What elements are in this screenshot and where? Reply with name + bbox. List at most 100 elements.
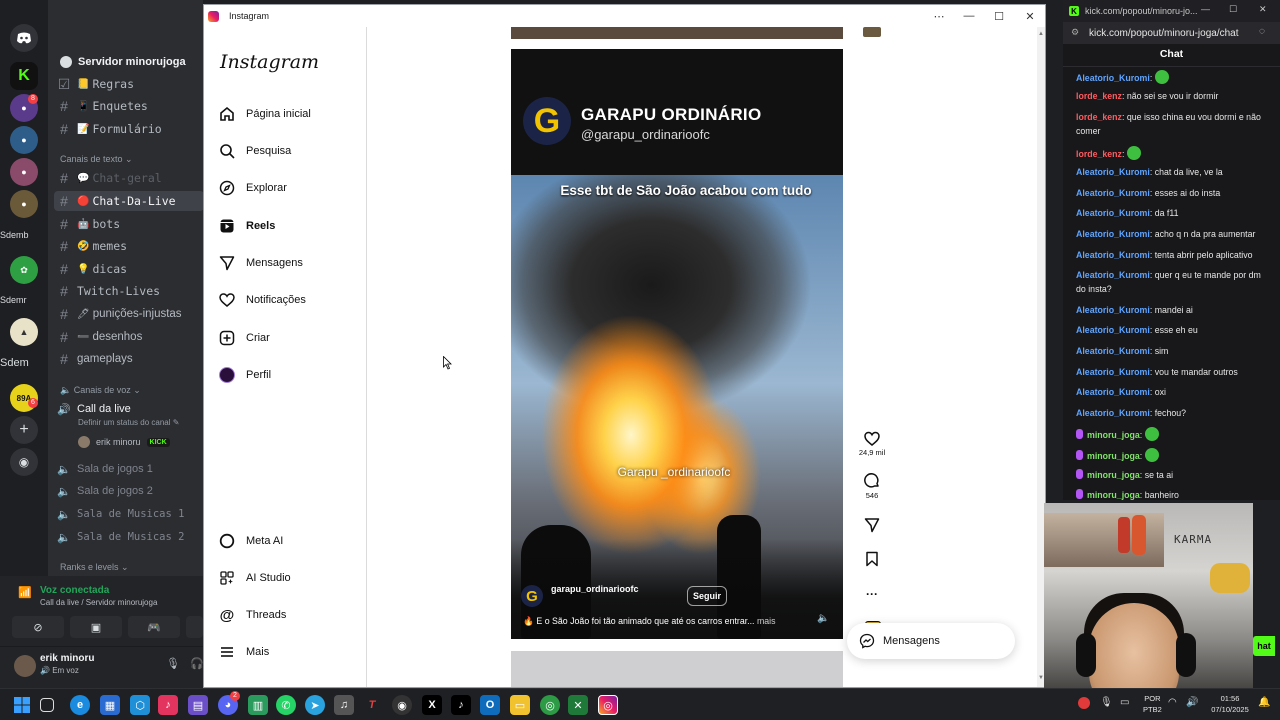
voice-channel-status[interactable]: Definir um status do canal ✎ [78,418,179,427]
chat-message[interactable]: Aleatorio_Kuromi: tenta abrir pelo aplic… [1076,249,1272,263]
obs-icon[interactable]: ◉ [392,695,412,715]
follow-button[interactable]: Seguir [687,586,727,606]
chat-message[interactable]: Aleatorio_Kuromi: [1076,70,1272,86]
previous-reel-preview[interactable] [511,27,843,39]
nav-home[interactable]: Página inicial [218,102,358,126]
outlook-icon[interactable]: O [480,695,500,715]
screen-share-button[interactable]: ▣ [70,616,122,638]
microphone-icon[interactable]: 🎙 [1100,697,1113,708]
channel-chat-geral[interactable]: # 💬 Chat-geral [54,168,204,188]
author-name[interactable]: garapu_ordinarioofc [551,584,639,594]
voice-channel[interactable]: 🔈 Sala de Musicas 2 [54,527,204,547]
reel-video[interactable]: G GARAPU ORDINÁRIO @garapu_ordinarioofc … [511,49,843,639]
chat-message[interactable]: Aleatorio_Kuromi: quer q eu te mande por… [1076,269,1272,296]
chat-message[interactable]: lorde_kenz: não sei se vou ir dormir [1076,90,1272,104]
audio-icon[interactable]: ♫ [334,695,354,715]
channel-dicas[interactable]: # 💡 dicas [54,259,204,279]
messages-button[interactable]: Mensagens [847,623,1015,659]
microphone-icon[interactable]: 🎙 [166,657,180,670]
windows-start-icon[interactable] [12,695,32,715]
instagram-logo[interactable]: Instagram [220,51,319,73]
avatar[interactable] [14,655,36,677]
channel-gameplays[interactable]: # gameplays [54,349,204,369]
channel-bots[interactable]: # 🤖 bots [54,214,204,234]
volume-icon[interactable]: 🔊 [1186,697,1198,708]
channel-desenhos[interactable]: # ➖ desenhos [54,327,204,347]
maximize-button[interactable]: ☐ [1229,4,1237,15]
server-avatar-icon[interactable]: ✿ [10,256,38,284]
next-reel-preview[interactable] [511,651,843,687]
category-voice-channels[interactable]: 🔈 Canais de voz ⌄ [60,385,141,396]
headphones-icon[interactable]: 🎧 [190,657,204,670]
chat-username[interactable]: lorde_kenz [1076,149,1122,159]
nav-messages[interactable]: Mensagens [218,251,358,275]
chat-username[interactable]: minoru_joga [1087,430,1140,440]
chat-username[interactable]: Aleatorio_Kuromi [1076,188,1150,198]
chat-message[interactable]: Aleatorio_Kuromi: esses ai do insta [1076,187,1272,201]
chrome-icon[interactable]: ◎ [540,695,560,715]
chat-message[interactable]: Aleatorio_Kuromi: fechou? [1076,407,1272,421]
notepad-icon[interactable]: ▥ [248,695,268,715]
category-ranks[interactable]: Ranks e levels ⌄ [60,562,129,573]
activities-button[interactable]: 🎮 [128,616,180,638]
more-icon[interactable]: ··· [857,587,887,601]
chat-message[interactable]: minoru_joga: se ta ai [1076,469,1272,483]
server-header[interactable]: Servidor minorujoga [48,48,208,76]
telegram-icon[interactable]: ➤ [305,695,325,715]
chat-send-button[interactable]: hat [1253,636,1275,656]
discover-icon[interactable]: ◉ [10,448,38,476]
chat-username[interactable]: Aleatorio_Kuromi [1076,208,1150,218]
chat-username[interactable]: Aleatorio_Kuromi [1076,387,1150,397]
server-avatar-icon[interactable]: ● [10,158,38,186]
chat-message[interactable]: Aleatorio_Kuromi: acho q n da pra aument… [1076,228,1272,242]
edge-icon[interactable]: e [70,695,90,715]
server-avatar-icon[interactable]: ● [10,190,38,218]
server-avatar-icon[interactable]: ● [10,126,38,154]
server-kick-icon[interactable]: K [10,62,38,90]
like-button[interactable]: 24,9 mil [857,431,887,457]
more-options-icon[interactable]: ⋯ [924,5,954,27]
nav-meta-ai[interactable]: Meta AI [218,529,358,553]
add-server-icon[interactable]: + [10,416,38,444]
video-off-button[interactable]: ⊘ [12,616,64,638]
nav-reels[interactable]: Reels [218,214,358,238]
channel-memes[interactable]: # 🤣 memes [54,236,204,256]
nav-profile[interactable]: Perfil [218,363,358,387]
chat-message[interactable]: Aleatorio_Kuromi: vou te mandar outros [1076,366,1272,380]
chat-username[interactable]: Aleatorio_Kuromi [1076,305,1150,315]
chat-message[interactable]: Aleatorio_Kuromi: chat da live, ve la [1076,166,1272,180]
channel-chat-da-live[interactable]: # 🔴 Chat-Da-Live [54,191,204,211]
task-view-icon[interactable] [40,698,54,712]
voice-channel-call-da-live[interactable]: 🔊 Call da live [54,399,204,419]
capcut-icon[interactable]: ♪ [158,695,178,715]
chat-username[interactable]: Aleatorio_Kuromi [1076,250,1150,260]
chat-message[interactable]: minoru_joga: banheiro [1076,489,1272,503]
voice-connected-sub[interactable]: Call da live / Servidor minorujoga [40,598,157,607]
record-icon[interactable] [1078,697,1090,709]
chat-message[interactable]: Aleatorio_Kuromi: oxi [1076,386,1272,400]
x-icon[interactable]: X [422,695,442,715]
app-icon[interactable]: ▤ [188,695,208,715]
share-button[interactable] [857,517,887,535]
kick-address-bar[interactable]: ⚙ kick.com/popout/minoru-joga/chat ◌ [1063,22,1280,44]
server-avatar-icon[interactable]: ▲ [10,318,38,346]
language-indicator[interactable]: POR PTB2 [1143,693,1162,715]
chat-username[interactable]: Aleatorio_Kuromi [1076,229,1150,239]
chat-message[interactable]: Aleatorio_Kuromi: esse eh eu [1076,324,1272,338]
close-button[interactable]: ✕ [1259,4,1267,15]
wifi-icon[interactable]: ◠ [1168,697,1177,708]
voice-channel[interactable]: 🔈 Sala de jogos 1 [54,459,204,479]
chat-message[interactable]: lorde_kenz: [1076,146,1272,162]
avatar[interactable] [863,27,881,37]
channel-punicoes-injustas[interactable]: # 🖊 punições-injustas [54,304,204,324]
clock[interactable]: 01:56 07/10/2025 [1206,693,1254,715]
maximize-button[interactable]: ☐ [984,5,1014,27]
chat-username[interactable]: Aleatorio_Kuromi [1076,167,1150,177]
voice-channel[interactable]: 🔈 Sala de jogos 2 [54,481,204,501]
channel-regras[interactable]: ☑ 📒 Regras [54,74,204,94]
chat-username[interactable]: minoru_joga [1087,470,1140,480]
site-settings-icon[interactable]: ⚙ [1071,27,1079,38]
chat-username[interactable]: minoru_joga [1087,451,1140,461]
text-app-icon[interactable]: T [362,695,382,715]
tiktok-icon[interactable]: ♪ [451,695,471,715]
